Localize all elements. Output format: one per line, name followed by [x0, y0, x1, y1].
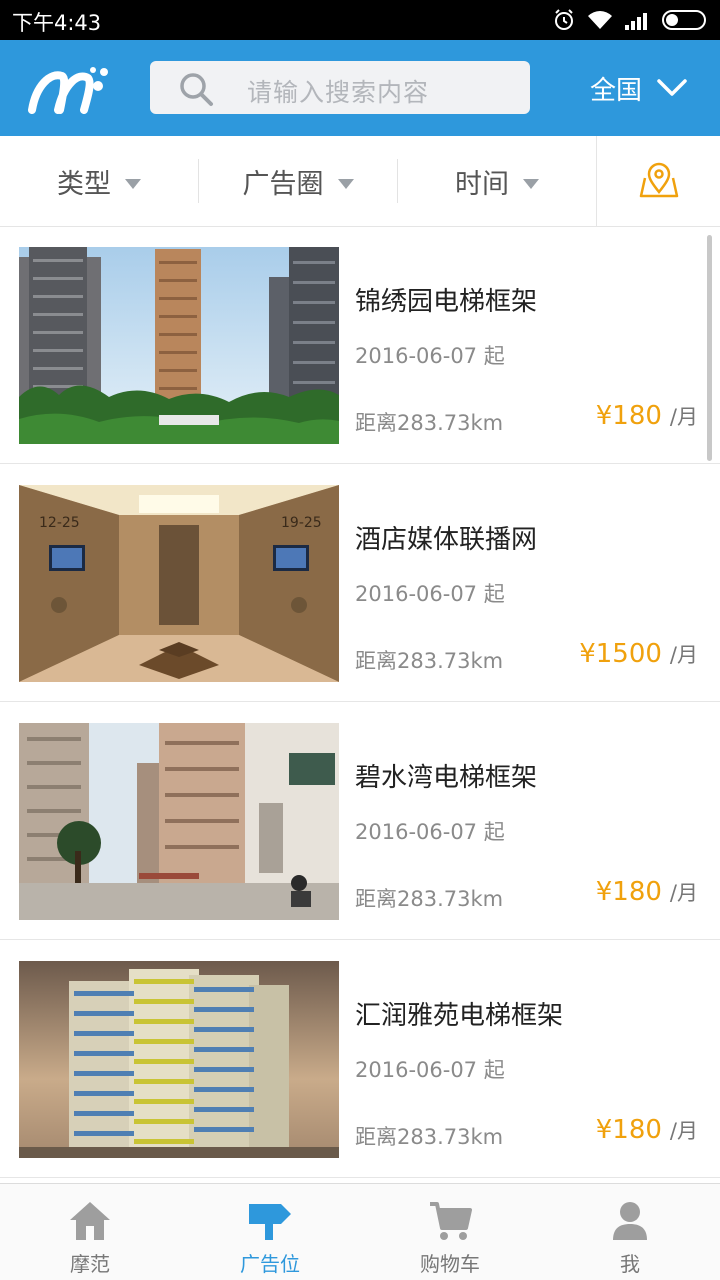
nav-cart-label: 购物车 — [420, 1252, 480, 1276]
list-item[interactable]: 汇润雅苑电梯框架 2016-06-07 起 距离283.73km ¥180 /月 — [0, 941, 720, 1178]
search-icon — [180, 73, 213, 106]
listing-title: 锦绣园电梯框架 — [355, 287, 538, 317]
chevron-down-icon — [657, 79, 687, 96]
listing-distance: 距离283.73km — [355, 1125, 504, 1149]
price-unit: /月 — [669, 405, 698, 429]
nav-me-label: 我 — [620, 1252, 640, 1276]
filter-time[interactable]: 时间 — [398, 136, 596, 226]
price-amount: ¥180 — [595, 877, 662, 907]
highrise-building-photo — [19, 961, 339, 1158]
scrollbar[interactable] — [707, 235, 712, 461]
app-logo-icon[interactable] — [28, 64, 112, 114]
list-item[interactable]: 碧水湾电梯框架 2016-06-07 起 距离283.73km ¥180 /月 — [0, 703, 720, 940]
nav-home-label: 摩范 — [70, 1252, 110, 1276]
listing-title: 碧水湾电梯框架 — [355, 763, 538, 793]
listing-price: ¥180 /月 — [596, 877, 698, 907]
svg-text:12-25: 12-25 — [39, 515, 80, 531]
status-bar: 下午4:43 — [0, 0, 720, 40]
search-placeholder: 请输入搜索内容 — [247, 78, 430, 107]
bottom-nav: 摩范 广告位 购物车 我 — [0, 1183, 720, 1280]
region-selector[interactable]: 全国 — [590, 70, 688, 106]
listing-date: 2016-06-07 起 — [355, 820, 505, 844]
home-icon — [70, 1202, 110, 1240]
filter-ad-circle-label: 广告圈 — [242, 168, 324, 200]
listing-title: 汇润雅苑电梯框架 — [355, 1001, 564, 1031]
nav-me[interactable]: 我 — [540, 1184, 720, 1280]
listing-distance: 距离283.73km — [355, 887, 504, 911]
listing-price: ¥180 /月 — [596, 1115, 698, 1145]
filter-bar: 类型 广告圈 时间 — [0, 136, 720, 227]
user-icon — [613, 1202, 647, 1240]
apartment-street-photo — [19, 723, 339, 920]
cart-icon — [430, 1202, 472, 1240]
price-unit: /月 — [669, 1119, 698, 1143]
alarm-icon — [555, 9, 573, 30]
status-icons — [552, 8, 710, 32]
nav-home[interactable]: 摩范 — [0, 1184, 180, 1280]
signal-icon — [625, 13, 647, 30]
listing-date: 2016-06-07 起 — [355, 1058, 505, 1082]
listing-list: 锦绣园电梯框架 2016-06-07 起 距离283.73km ¥180 /月 — [0, 227, 720, 1183]
dropdown-arrow-icon — [337, 179, 354, 189]
wifi-icon — [588, 11, 612, 29]
dropdown-arrow-icon — [125, 179, 141, 189]
listing-price: ¥1500 /月 — [579, 639, 698, 669]
map-pin-icon — [639, 162, 678, 198]
price-amount: ¥180 — [595, 1115, 662, 1145]
battery-icon — [662, 10, 706, 30]
price-amount: ¥1500 — [579, 639, 662, 669]
svg-text:19-25: 19-25 — [281, 515, 322, 531]
price-amount: ¥180 — [595, 401, 662, 431]
listing-price: ¥180 /月 — [596, 401, 698, 431]
listing-title: 酒店媒体联播网 — [355, 525, 538, 555]
list-item[interactable]: 12-25 19-25 酒店媒体联播网 2016-06-07 起 距离283.7… — [0, 465, 720, 702]
filter-type-label: 类型 — [57, 168, 111, 200]
status-time: 下午4:43 — [12, 11, 102, 35]
price-unit: /月 — [669, 643, 698, 667]
listing-distance: 距离283.73km — [355, 649, 504, 673]
search-box[interactable]: 请输入搜索内容 — [150, 61, 530, 114]
region-label: 全国 — [590, 75, 643, 106]
price-unit: /月 — [669, 881, 698, 905]
filter-ad-circle[interactable]: 广告圈 — [199, 136, 397, 226]
nav-ad-space[interactable]: 广告位 — [180, 1184, 360, 1280]
filter-time-label: 时间 — [455, 168, 509, 200]
listing-date: 2016-06-07 起 — [355, 582, 505, 606]
app-header: 请输入搜索内容 全国 — [0, 40, 720, 136]
dropdown-arrow-icon — [523, 179, 539, 189]
map-view-button[interactable] — [596, 136, 720, 226]
listing-date: 2016-06-07 起 — [355, 344, 505, 368]
residential-towers-photo — [19, 247, 339, 444]
nav-ad-space-label: 广告位 — [240, 1252, 300, 1276]
listing-distance: 距离283.73km — [355, 411, 504, 435]
elevator-lobby-photo: 12-25 19-25 — [19, 485, 339, 682]
list-item[interactable]: 锦绣园电梯框架 2016-06-07 起 距离283.73km ¥180 /月 — [0, 227, 720, 464]
filter-type[interactable]: 类型 — [0, 136, 198, 226]
ad-sign-icon — [249, 1204, 291, 1240]
nav-cart[interactable]: 购物车 — [360, 1184, 540, 1280]
